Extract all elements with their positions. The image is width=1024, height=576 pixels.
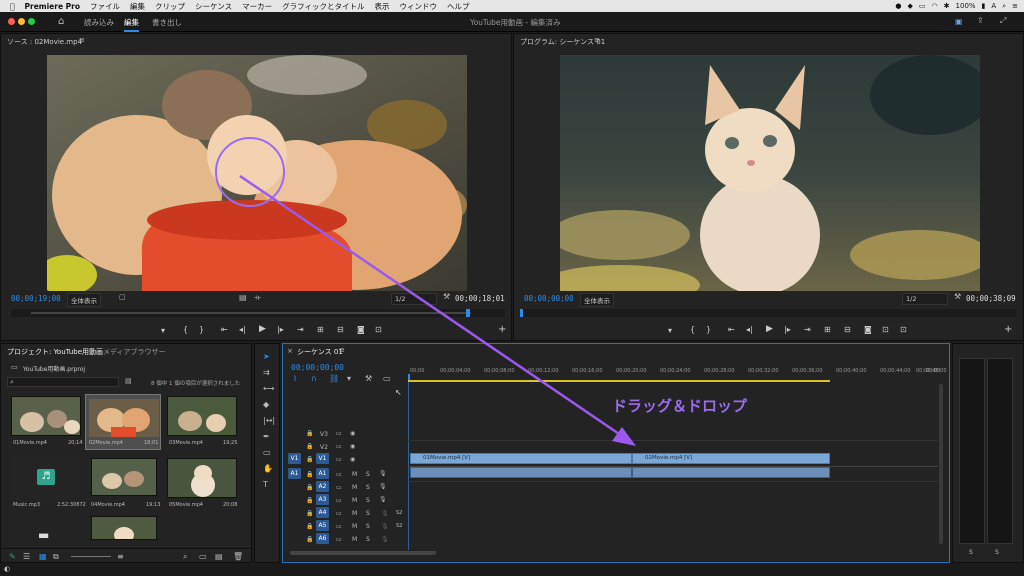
status-icon[interactable]: ◐ xyxy=(4,565,10,573)
drag-and-drop-annotation: ドラッグ＆ドロップ xyxy=(612,397,748,415)
drag-arrow-line xyxy=(239,174,626,440)
drag-arrow-overlay xyxy=(239,174,636,446)
status-bar: ◐ xyxy=(0,564,1024,576)
drag-arrow-head xyxy=(612,427,636,446)
